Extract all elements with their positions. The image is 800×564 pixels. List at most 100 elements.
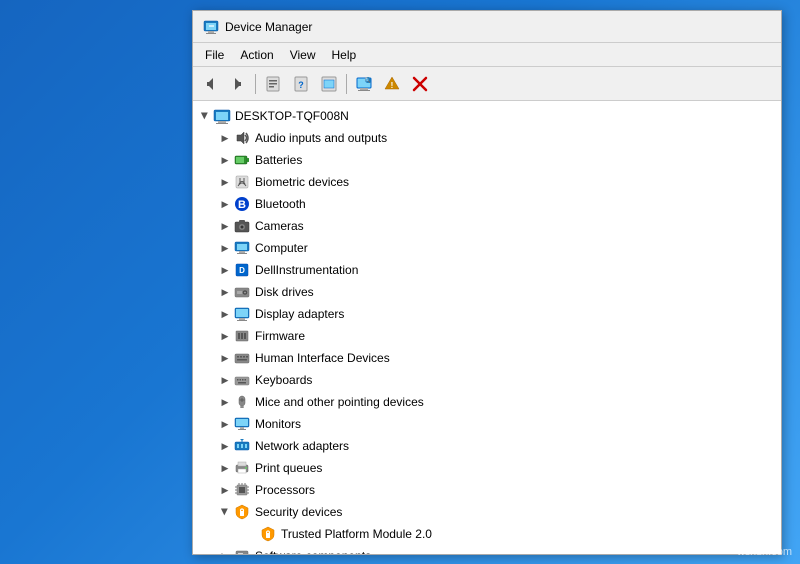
biometric-label: Biometric devices <box>255 175 349 189</box>
toolbar: ? 🔍 ! <box>193 67 781 101</box>
tree-item-display[interactable]: ▶ Display adapters <box>193 303 781 325</box>
svg-text:🔍: 🔍 <box>365 77 371 84</box>
tree-root[interactable]: ▶ DESKTOP-TQF008N <box>193 105 781 127</box>
tree-item-keyboard[interactable]: ▶ Keyboards <box>193 369 781 391</box>
tree-item-hid[interactable]: ▶ Human Interface Devices <box>193 347 781 369</box>
svg-text:D: D <box>239 266 245 275</box>
display-icon <box>233 305 251 323</box>
menu-help[interactable]: Help <box>324 46 365 64</box>
print-label: Print queues <box>255 461 322 475</box>
menu-bar: File Action View Help <box>193 43 781 67</box>
firmware-label: Firmware <box>255 329 305 343</box>
tpm-label: Trusted Platform Module 2.0 <box>281 527 432 541</box>
network-label: Network adapters <box>255 439 349 453</box>
hid-label: Human Interface Devices <box>255 351 390 365</box>
tpm-icon <box>259 525 277 543</box>
firmware-icon <box>233 327 251 345</box>
disk-label: Disk drives <box>255 285 314 299</box>
audio-arrow: ▶ <box>217 130 233 146</box>
tree-item-network[interactable]: ▶ Network adapters <box>193 435 781 457</box>
tree-item-disk[interactable]: ▶ Disk drives <box>193 281 781 303</box>
hid-icon <box>233 349 251 367</box>
watermark: wsxdn.com <box>737 546 792 558</box>
scan-button[interactable]: 🔍 <box>351 71 377 97</box>
biometric-icon <box>233 173 251 191</box>
cameras-icon <box>233 217 251 235</box>
monitors-icon <box>233 415 251 433</box>
batteries-arrow: ▶ <box>217 152 233 168</box>
software-icon <box>233 547 251 554</box>
dell-arrow: ▶ <box>217 262 233 278</box>
forward-button[interactable] <box>225 71 251 97</box>
batteries-icon <box>233 151 251 169</box>
software-label: Software components <box>255 549 371 554</box>
root-icon <box>213 107 231 125</box>
cameras-arrow: ▶ <box>217 218 233 234</box>
toolbar-sep-1 <box>255 74 256 94</box>
biometric-arrow: ▶ <box>217 174 233 190</box>
bluetooth-label: Bluetooth <box>255 197 306 211</box>
svg-text:!: ! <box>391 81 394 90</box>
bluetooth-icon: B <box>233 195 251 213</box>
tree-item-bluetooth[interactable]: ▶ B Bluetooth <box>193 193 781 215</box>
tree-item-print[interactable]: ▶ Print queues <box>193 457 781 479</box>
bluetooth-arrow: ▶ <box>217 196 233 212</box>
menu-view[interactable]: View <box>282 46 324 64</box>
tree-item-cameras[interactable]: ▶ Cameras <box>193 215 781 237</box>
audio-label: Audio inputs and outputs <box>255 131 387 145</box>
disk-arrow: ▶ <box>217 284 233 300</box>
delete-button[interactable] <box>407 71 433 97</box>
svg-text:B: B <box>238 199 246 211</box>
processors-arrow: ▶ <box>217 482 233 498</box>
display-arrow: ▶ <box>217 306 233 322</box>
uninstall-button[interactable]: ! <box>379 71 405 97</box>
print-arrow: ▶ <box>217 460 233 476</box>
computer-label: Computer <box>255 241 308 255</box>
keyboard-arrow: ▶ <box>217 372 233 388</box>
tree-item-batteries[interactable]: ▶ Batteries <box>193 149 781 171</box>
security-arrow: ▶ <box>217 504 233 520</box>
disk-icon <box>233 283 251 301</box>
tree-item-dell[interactable]: ▶ D DellInstrumentation <box>193 259 781 281</box>
help-button[interactable]: ? <box>288 71 314 97</box>
keyboard-label: Keyboards <box>255 373 312 387</box>
svg-text:?: ? <box>298 80 304 90</box>
back-button[interactable] <box>197 71 223 97</box>
hid-arrow: ▶ <box>217 350 233 366</box>
monitors-arrow: ▶ <box>217 416 233 432</box>
update-button[interactable] <box>316 71 342 97</box>
menu-action[interactable]: Action <box>232 46 281 64</box>
tree-item-software[interactable]: ▶ Software components <box>193 545 781 554</box>
tree-item-audio[interactable]: ▶ Audio inputs and outputs <box>193 127 781 149</box>
root-label: DESKTOP-TQF008N <box>235 109 349 123</box>
monitors-label: Monitors <box>255 417 301 431</box>
tree-item-mouse[interactable]: ▶ Mice and other pointing devices <box>193 391 781 413</box>
cameras-label: Cameras <box>255 219 304 233</box>
mouse-icon <box>233 393 251 411</box>
tree-item-firmware[interactable]: ▶ Firmware <box>193 325 781 347</box>
security-label: Security devices <box>255 505 342 519</box>
software-arrow: ▶ <box>217 548 233 554</box>
display-label: Display adapters <box>255 307 344 321</box>
mouse-arrow: ▶ <box>217 394 233 410</box>
tree-item-security[interactable]: ▶ Security devices <box>193 501 781 523</box>
keyboard-icon <box>233 371 251 389</box>
processors-label: Processors <box>255 483 315 497</box>
processors-icon <box>233 481 251 499</box>
root-arrow: ▶ <box>197 108 213 124</box>
device-manager-window: Device Manager File Action View Help <box>192 10 782 555</box>
tree-item-biometric[interactable]: ▶ Biometric devices <box>193 171 781 193</box>
properties-button[interactable] <box>260 71 286 97</box>
title-bar-icon <box>203 19 219 35</box>
dell-label: DellInstrumentation <box>255 263 358 277</box>
tree-item-monitors[interactable]: ▶ Monitors <box>193 413 781 435</box>
tree-item-processors[interactable]: ▶ Processors <box>193 479 781 501</box>
firmware-arrow: ▶ <box>217 328 233 344</box>
tree-item-computer[interactable]: ▶ Computer <box>193 237 781 259</box>
print-icon <box>233 459 251 477</box>
audio-icon <box>233 129 251 147</box>
network-arrow: ▶ <box>217 438 233 454</box>
menu-file[interactable]: File <box>197 46 232 64</box>
tree-content[interactable]: ▶ DESKTOP-TQF008N ▶ Audio <box>193 101 781 554</box>
tree-item-tpm[interactable]: ▶ Trusted Platform Module 2.0 <box>193 523 781 545</box>
